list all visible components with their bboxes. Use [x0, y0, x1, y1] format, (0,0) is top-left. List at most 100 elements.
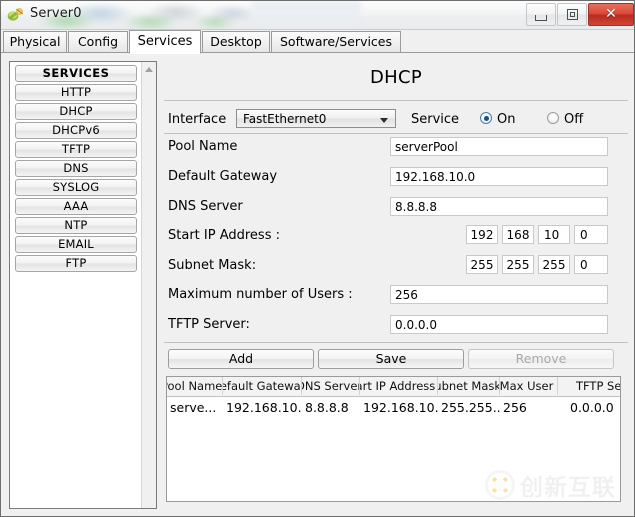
subnet-mask-octet-2-value: 255: [506, 258, 530, 272]
cell-tftp-server: 0.0.0.0: [570, 400, 614, 415]
table-header-tftp-server: TFTP Server: [576, 379, 621, 393]
sidebar-item-aaa[interactable]: AAA: [15, 198, 137, 215]
start-ip-octet-3[interactable]: 10: [538, 225, 570, 244]
dns-server-label: DNS Server: [168, 199, 243, 214]
tab-desktop[interactable]: Desktop: [202, 31, 270, 53]
services-list: SERVICES HTTP DHCP DHCPv6 TFTP DNS SYSLO…: [10, 62, 141, 508]
window-title: Server0: [30, 6, 82, 21]
tftp-server-value: 0.0.0.0: [395, 318, 437, 332]
service-label: Service: [411, 112, 460, 127]
tab-software-services[interactable]: Software/Services: [271, 31, 401, 53]
cell-pool-name: serve...: [170, 400, 217, 415]
subnet-mask-octet-4-value: 0: [580, 258, 588, 272]
maximize-button[interactable]: [557, 3, 587, 26]
subnet-mask-label: Subnet Mask:: [168, 258, 257, 273]
subnet-mask-octet-2[interactable]: 255: [502, 255, 534, 274]
sidebar-item-email[interactable]: EMAIL: [15, 236, 137, 253]
sidebar-item-dhcpv6[interactable]: DHCPv6: [15, 122, 137, 139]
pool-name-label: Pool Name: [168, 139, 238, 154]
scroll-up-button[interactable]: [142, 62, 156, 77]
sidebar-item-dhcp[interactable]: DHCP: [15, 103, 137, 120]
cell-default-gateway: 192.168.10.0: [226, 400, 302, 415]
table-header-pool-name: Pool Name: [167, 377, 223, 395]
start-ip-octet-2-value: 168: [506, 228, 530, 242]
table-header-row: Pool Name Default Gateway DNS Server Sta…: [167, 377, 620, 397]
divider-under-interface: [164, 133, 628, 134]
subnet-mask-octet-1[interactable]: 255: [466, 255, 498, 274]
sidebar-item-http[interactable]: HTTP: [15, 84, 137, 101]
dns-server-input[interactable]: 8.8.8.8: [390, 197, 608, 216]
divider-top: [164, 100, 628, 101]
subnet-mask-octet-3[interactable]: 255: [538, 255, 570, 274]
tab-config[interactable]: Config: [68, 31, 128, 53]
sidebar-item-syslog[interactable]: SYSLOG: [15, 179, 137, 196]
table-header-default-gateway: Default Gateway: [223, 377, 302, 395]
chevron-down-icon: [380, 118, 388, 123]
save-button[interactable]: Save: [318, 349, 464, 369]
start-ip-octet-4-value: 0: [580, 228, 588, 242]
cell-dns-server: 8.8.8.8: [305, 400, 349, 415]
default-gateway-label: Default Gateway: [168, 169, 278, 184]
sidebar-item-tftp[interactable]: TFTP: [15, 141, 137, 158]
window-controls: ✕: [525, 3, 634, 26]
subnet-mask-octet-3-value: 255: [542, 258, 566, 272]
tftp-server-input[interactable]: 0.0.0.0: [390, 315, 608, 334]
chevron-up-icon: [145, 67, 153, 72]
table-row[interactable]: serve... 192.168.10.0 8.8.8.8 192.168.10…: [167, 397, 620, 419]
minimize-icon: [535, 15, 547, 21]
service-off-label: Off: [564, 112, 584, 127]
start-ip-octet-1-value: 192: [470, 228, 494, 242]
service-on-radio[interactable]: [480, 112, 492, 124]
max-users-value: 256: [395, 288, 418, 302]
tab-content-services: SERVICES HTTP DHCP DHCPv6 TFTP DNS SYSLO…: [1, 53, 634, 516]
tab-bar: Physical Config Services Desktop Softwar…: [1, 30, 634, 54]
cell-max-user: 256: [503, 400, 527, 415]
sidebar-scrollbar[interactable]: [141, 62, 156, 508]
window-titlebar[interactable]: Server0 ✕: [1, 1, 634, 30]
interface-label: Interface: [168, 112, 227, 127]
interface-selected-value: FastEthernet0: [243, 112, 327, 126]
start-ip-octet-4[interactable]: 0: [574, 225, 608, 244]
pool-name-input[interactable]: serverPool: [390, 137, 608, 156]
table-header-subnet-mask: Subnet Mask: [438, 377, 500, 395]
server-config-window: Server0 ✕ Physical Config Services Deskt…: [0, 0, 635, 517]
remove-button: Remove: [468, 349, 614, 369]
dns-server-value: 8.8.8.8: [395, 200, 437, 214]
titlebar-background-artifact-2: [251, 1, 361, 29]
start-ip-octet-2[interactable]: 168: [502, 225, 534, 244]
close-button[interactable]: ✕: [588, 3, 634, 26]
default-gateway-input[interactable]: 192.168.10.0: [390, 167, 608, 186]
table-header-start-ip: Start IP Address: [360, 377, 438, 395]
dhcp-panel: DHCP Interface FastEthernet0 Service On …: [164, 61, 628, 509]
minimize-button[interactable]: [526, 3, 556, 26]
tftp-server-label: TFTP Server:: [168, 317, 250, 332]
services-sidebar: SERVICES HTTP DHCP DHCPv6 TFTP DNS SYSLO…: [9, 61, 157, 509]
subnet-mask-octet-1-value: 255: [470, 258, 494, 272]
pool-name-value: serverPool: [395, 140, 458, 154]
tab-physical[interactable]: Physical: [3, 31, 67, 53]
sidebar-item-dns[interactable]: DNS: [15, 160, 137, 177]
default-gateway-value: 192.168.10.0: [395, 170, 476, 184]
service-on-label: On: [497, 112, 516, 127]
dhcp-pool-table[interactable]: Pool Name Default Gateway DNS Server Sta…: [166, 376, 621, 502]
tab-services[interactable]: Services: [129, 30, 201, 54]
start-ip-octet-1[interactable]: 192: [466, 225, 498, 244]
start-ip-label: Start IP Address :: [168, 228, 280, 243]
max-users-label: Maximum number of Users :: [168, 287, 353, 302]
add-button[interactable]: Add: [168, 349, 314, 369]
sidebar-header-services: SERVICES: [15, 65, 137, 82]
sidebar-item-ntp[interactable]: NTP: [15, 217, 137, 234]
sidebar-item-ftp[interactable]: FTP: [15, 255, 137, 272]
maximize-icon: [567, 9, 578, 20]
page-title: DHCP: [369, 67, 423, 88]
close-icon: ✕: [605, 6, 617, 22]
server-icon: [7, 8, 23, 21]
table-header-max-user: Max User: [500, 377, 558, 395]
cell-subnet-mask: 255.255...: [441, 400, 500, 415]
start-ip-octet-3-value: 10: [544, 228, 560, 242]
service-off-radio[interactable]: [547, 112, 559, 124]
interface-select[interactable]: FastEthernet0: [236, 109, 396, 128]
subnet-mask-octet-4[interactable]: 0: [574, 255, 608, 274]
max-users-input[interactable]: 256: [390, 285, 608, 304]
divider-above-buttons: [164, 342, 628, 343]
